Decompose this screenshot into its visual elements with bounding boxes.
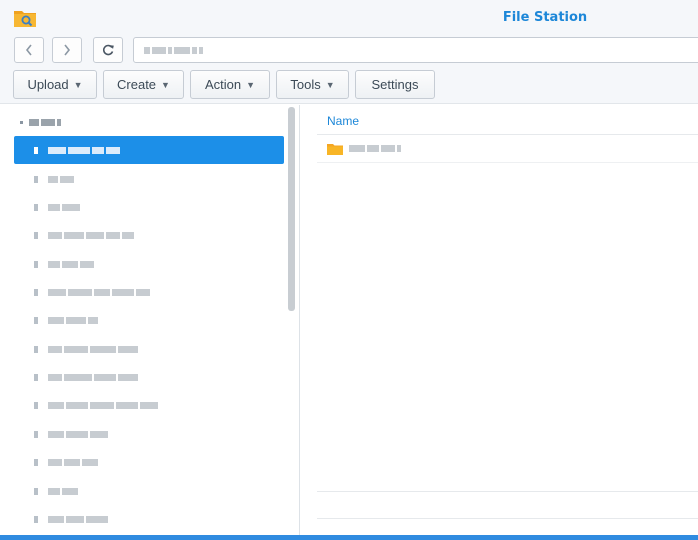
tree-item-label-redacted (48, 316, 98, 324)
tree-item-label-redacted (48, 231, 134, 239)
tree-item-label-redacted (48, 373, 138, 381)
list-divider (317, 491, 698, 492)
file-station-icon (14, 11, 36, 27)
shared-folder-icon (34, 316, 38, 324)
tree-root-label-redacted (29, 118, 61, 126)
chevron-left-icon (25, 44, 32, 56)
title-bar: File Station (0, 0, 698, 36)
refresh-icon (102, 44, 114, 56)
shared-folder-icon (34, 260, 38, 268)
list-divider (317, 518, 698, 519)
tree-item-label-redacted (48, 146, 120, 154)
shared-folder-icon (34, 458, 38, 466)
shared-folder-icon (34, 146, 38, 154)
shared-folder-icon (34, 430, 38, 438)
toolbar: Upload ▼ Create ▼ Action ▼ Tools ▼ Setti… (0, 68, 698, 104)
tree-item-label-redacted (48, 401, 158, 409)
shared-folder-icon (34, 515, 38, 523)
tools-button[interactable]: Tools ▼ (276, 70, 349, 99)
tree-item[interactable] (14, 165, 284, 193)
tree-item-label-redacted (48, 260, 94, 268)
file-row-folder[interactable] (317, 135, 698, 163)
tree-item[interactable] (14, 505, 284, 533)
tree-item-label-redacted (48, 345, 138, 353)
tree-item-label-redacted (48, 203, 80, 211)
tree-item-selected[interactable] (14, 136, 284, 164)
tree-item-label-redacted (48, 288, 150, 296)
shared-folder-icon (34, 401, 38, 409)
tree-item[interactable] (14, 477, 284, 505)
window-title: File Station (502, 10, 588, 25)
forward-button[interactable] (52, 37, 82, 63)
tree-item[interactable] (14, 193, 284, 221)
shared-folder-icon (34, 288, 38, 296)
settings-button[interactable]: Settings (355, 70, 435, 99)
caret-down-icon: ▼ (73, 79, 83, 90)
upload-label: Upload (27, 77, 69, 92)
tree-item[interactable] (14, 278, 284, 306)
file-name-redacted (349, 145, 401, 153)
folder-icon (327, 143, 343, 155)
tree-item[interactable] (14, 391, 284, 419)
tree-item-label-redacted (48, 458, 98, 466)
tree-item-label-redacted (48, 430, 108, 438)
path-text-redacted (144, 46, 214, 55)
shared-folder-icon (34, 345, 38, 353)
refresh-button[interactable] (93, 37, 123, 63)
shared-folder-icon (34, 231, 38, 239)
file-list-header: Name (317, 105, 698, 135)
create-button[interactable]: Create ▼ (103, 70, 184, 99)
file-list: Name (301, 105, 698, 535)
settings-label: Settings (371, 77, 419, 92)
tree-item[interactable] (14, 250, 284, 278)
create-label: Create (117, 77, 157, 92)
tree-item[interactable] (14, 448, 284, 476)
caret-down-icon: ▼ (161, 79, 170, 90)
upload-button[interactable]: Upload ▼ (13, 70, 97, 99)
tree-scrollbar[interactable] (288, 107, 295, 311)
tree-root-node[interactable] (20, 115, 61, 129)
tree-item-label-redacted (48, 487, 78, 495)
shared-folder-icon (34, 175, 38, 183)
action-label: Action (204, 77, 242, 92)
tree-item-label-redacted (48, 175, 74, 183)
shared-folder-icon (34, 373, 38, 381)
tree-item[interactable] (14, 221, 284, 249)
chevron-right-icon (64, 44, 71, 56)
navigation-bar (0, 36, 698, 68)
file-station-window: File Station Upload ▼ Create ▼ Action ▼ … (0, 0, 698, 535)
caret-down-icon: ▼ (325, 79, 335, 90)
action-button[interactable]: Action ▼ (190, 70, 270, 99)
tree-expander-icon[interactable] (20, 120, 23, 124)
desktop-background (0, 535, 698, 540)
path-input[interactable] (133, 37, 698, 63)
column-header-name[interactable]: Name (327, 114, 359, 128)
tree-item[interactable] (14, 335, 284, 363)
caret-down-icon: ▼ (246, 79, 256, 90)
back-button[interactable] (14, 37, 44, 63)
tree-item[interactable] (14, 363, 284, 391)
tree-item-label-redacted (48, 515, 108, 523)
tree-item[interactable] (14, 306, 284, 334)
tree-item[interactable] (14, 420, 284, 448)
shared-folder-icon (34, 203, 38, 211)
folder-tree (0, 105, 300, 535)
tools-label: Tools (290, 77, 321, 92)
shared-folder-icon (34, 487, 38, 495)
